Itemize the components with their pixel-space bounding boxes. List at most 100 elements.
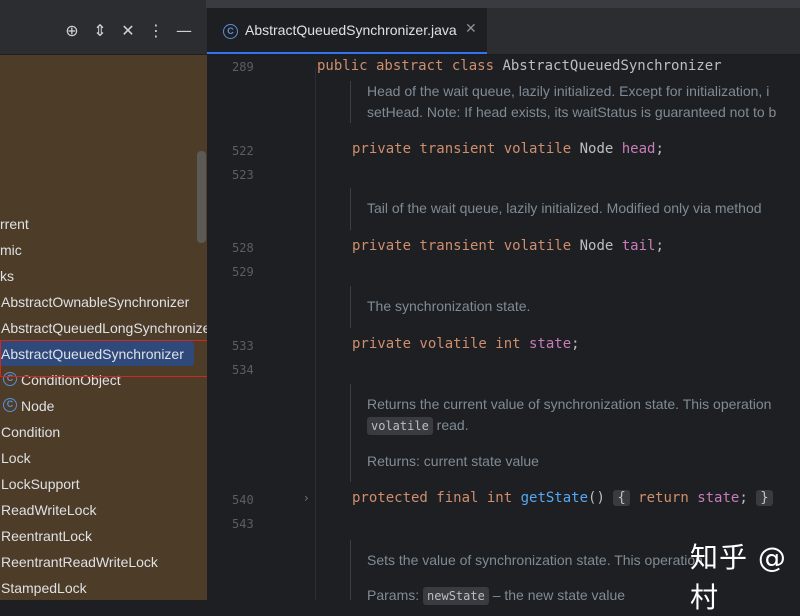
folded-body[interactable]: { [613, 490, 630, 506]
close-icon[interactable]: ✕ [465, 21, 477, 37]
collapse-all-icon[interactable]: ✕ [118, 21, 138, 41]
tree-item[interactable]: ReentrantLock [0, 523, 207, 549]
title-bar-strip [0, 0, 800, 8]
punctuation: ; [655, 141, 664, 157]
doc-line: Tail of the wait queue, lazily initializ… [367, 200, 762, 216]
tab-title: AbstractQueuedSynchronizer.java [245, 22, 457, 38]
punctuation: ; [739, 490, 748, 506]
keyword: private transient volatile [352, 141, 572, 157]
punctuation: ; [655, 238, 664, 254]
tree-item-label: LockSupport [1, 476, 80, 492]
tree-item[interactable]: C Node [0, 393, 207, 419]
line-number: 289 [232, 60, 254, 74]
tree-item-label: Node [21, 398, 55, 414]
field-name: state [520, 336, 572, 352]
editor-tab[interactable]: C AbstractQueuedSynchronizer.java ✕ [207, 8, 487, 54]
javadoc-block: Sets the value of synchronization state.… [350, 540, 703, 605]
code-line[interactable]: public abstract class AbstractQueuedSync… [317, 58, 722, 74]
doc-text: – the new state value [488, 587, 626, 603]
tree-item-label: AbstractOwnableSynchronizer [1, 294, 190, 310]
project-tree: rrent mic ks AbstractOwnableSynchronizer… [0, 211, 207, 600]
line-number: 543 [232, 517, 254, 531]
method-name: getState [512, 490, 589, 506]
javadoc-block: Head of the wait queue, lazily initializ… [350, 81, 776, 123]
class-icon: C [3, 398, 17, 412]
tree-item-label: Condition [1, 424, 61, 440]
code-line[interactable]: protected final int getState() { return … [352, 490, 773, 506]
tree-item-label: ReentrantReadWriteLock [1, 554, 158, 570]
minimize-icon[interactable]: — [174, 21, 194, 41]
type-name: Node [571, 141, 622, 157]
punctuation: { [617, 490, 626, 506]
keyword: return [629, 490, 689, 506]
field-name: head [621, 141, 656, 157]
tree-item[interactable]: Condition [0, 419, 207, 445]
line-number: 528 [232, 241, 254, 255]
tree-item[interactable]: ReentrantReadWriteLock [0, 549, 207, 575]
doc-line: Sets the value of synchronization state.… [367, 552, 703, 568]
tree-item-label: StampedLock [1, 580, 87, 596]
field-name: tail [621, 238, 656, 254]
tree-item-label: ReadWriteLock [1, 502, 97, 518]
doc-line: Params: newState – the new state value [367, 585, 703, 606]
folded-body[interactable]: } [756, 490, 773, 506]
inline-code: newState [423, 587, 489, 605]
class-name: AbstractQueuedSynchronizer [494, 58, 722, 74]
keyword: protected final int [352, 490, 513, 506]
doc-text: read. [432, 417, 469, 433]
code-line[interactable]: private volatile int state; [352, 336, 580, 352]
tree-item[interactable]: AbstractOwnableSynchronizer [0, 289, 207, 315]
tree-item[interactable]: StampedLock [0, 575, 207, 600]
line-number: 522 [232, 144, 254, 158]
javadoc-block: The synchronization state. [350, 286, 530, 328]
line-number: 529 [232, 265, 254, 279]
code-line[interactable]: private transient volatile Node tail; [352, 238, 664, 254]
doc-line: Returns the current value of synchroniza… [367, 396, 772, 412]
fold-chevron-icon[interactable]: › [304, 491, 309, 505]
tree-item[interactable]: AbstractQueuedLongSynchronizer [0, 315, 207, 341]
keyword: private transient volatile [352, 238, 572, 254]
tree-item-label: rrent [0, 216, 29, 232]
line-number: 540 [232, 493, 254, 507]
watermark: 知乎 @村 [690, 541, 787, 614]
javadoc-block: Tail of the wait queue, lazily initializ… [350, 188, 762, 230]
doc-text: Params: [367, 587, 420, 603]
tree-item[interactable]: Lock [0, 445, 207, 471]
type-name: Node [571, 238, 622, 254]
tree-item[interactable]: ks [0, 263, 207, 289]
doc-line: setHead. Note: If head exists, its waitS… [367, 104, 777, 120]
javadoc-block: Returns the current value of synchroniza… [350, 384, 771, 482]
doc-line: The synchronization state. [367, 298, 531, 314]
doc-line: volatile read. [367, 415, 771, 436]
punctuation: () [588, 490, 605, 506]
line-number: 533 [232, 339, 254, 353]
project-toolbar: ⊕ ⇕ ✕ ⋮ — [0, 8, 207, 55]
tree-item-label: ReentrantLock [1, 528, 93, 544]
indent-guide [315, 68, 316, 600]
tree-item[interactable]: LockSupport [0, 471, 207, 497]
tree-item-label: AbstractQueuedLongSynchronizer [1, 320, 207, 336]
keyword: public abstract class [317, 58, 495, 74]
code-line[interactable]: private transient volatile Node head; [352, 141, 664, 157]
keyword: private volatile int [352, 336, 521, 352]
punctuation: ; [571, 336, 580, 352]
tree-item-label: mic [0, 242, 22, 258]
line-number: 523 [232, 168, 254, 182]
tree-item[interactable]: rrent [0, 211, 207, 237]
tree-item-label: Lock [1, 450, 31, 466]
line-number: 534 [232, 363, 254, 377]
more-options-icon[interactable]: ⋮ [146, 21, 166, 41]
tree-item[interactable]: ReadWriteLock [0, 497, 207, 523]
editor-tab-bar: C AbstractQueuedSynchronizer.java ✕ [207, 8, 800, 55]
doc-line: Head of the wait queue, lazily initializ… [367, 83, 770, 99]
inline-code: volatile [367, 417, 433, 435]
tree-item-label: ks [0, 268, 14, 284]
expand-collapse-icon[interactable]: ⇕ [90, 21, 110, 41]
field-name: state [688, 490, 740, 506]
doc-line: Returns: current state value [367, 453, 539, 469]
crosshair-icon[interactable]: ⊕ [62, 21, 82, 41]
tree-item[interactable]: mic [0, 237, 207, 263]
class-icon: C [223, 24, 238, 39]
highlight-annotation-box [0, 340, 218, 377]
code-editor[interactable]: C AbstractQueuedSynchronizer.java ✕ 289 … [207, 8, 800, 605]
